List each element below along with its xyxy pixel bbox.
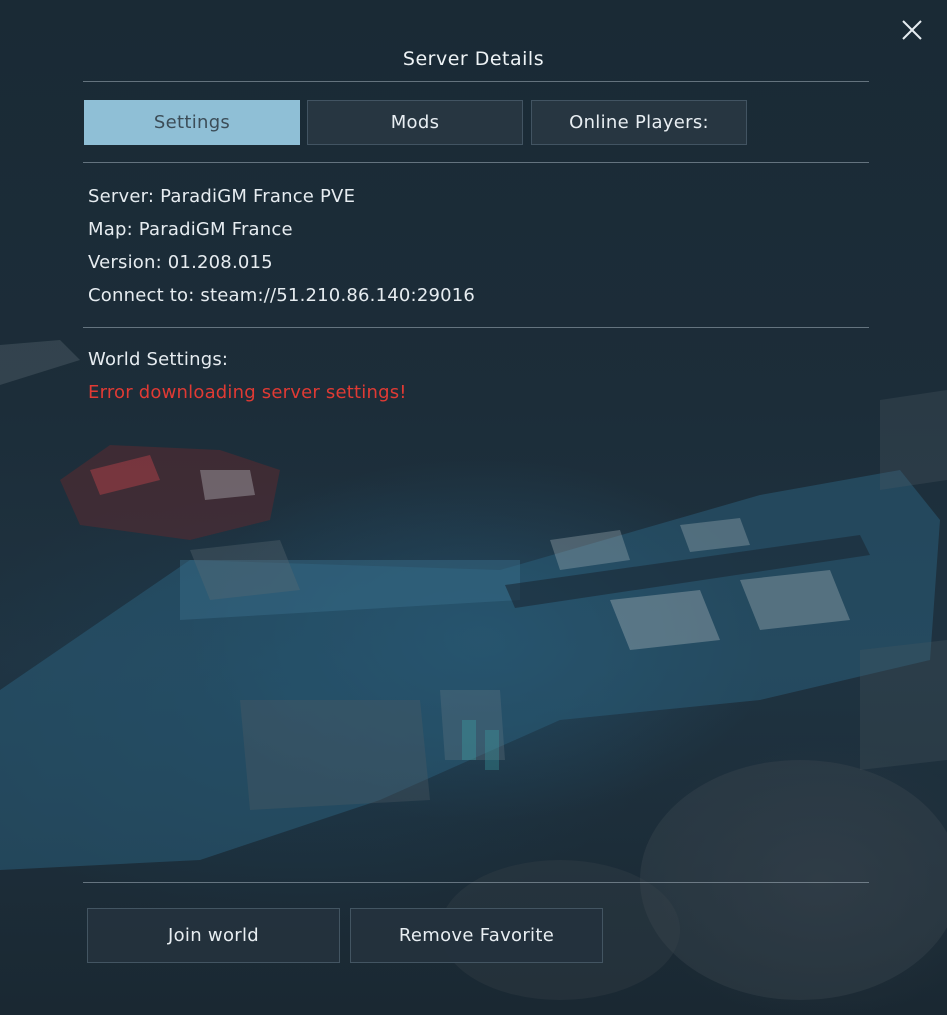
tab-mods[interactable]: Mods (307, 100, 523, 145)
tab-settings[interactable]: Settings (84, 100, 300, 145)
close-icon (902, 20, 922, 40)
divider (83, 81, 869, 82)
error-message: Error downloading server settings! (88, 382, 407, 403)
version-text: Version: 01.208.015 (88, 252, 273, 273)
close-button[interactable] (896, 14, 928, 46)
dialog-title: Server Details (402, 48, 545, 70)
divider (83, 327, 869, 328)
join-world-button[interactable]: Join world (87, 908, 340, 963)
server-name-text: Server: ParadiGM France PVE (88, 186, 356, 207)
world-settings-heading: World Settings: (88, 349, 229, 370)
map-name-text: Map: ParadiGM France (88, 219, 293, 240)
tab-online-players[interactable]: Online Players: (531, 100, 747, 145)
connect-address-text: Connect to: steam://51.210.86.140:29016 (88, 285, 476, 306)
remove-favorite-button[interactable]: Remove Favorite (350, 908, 603, 963)
divider (83, 882, 869, 883)
background-art (0, 340, 947, 1000)
server-details-dialog: Server Details Settings Mods Online Play… (0, 0, 947, 1015)
divider (83, 162, 869, 163)
